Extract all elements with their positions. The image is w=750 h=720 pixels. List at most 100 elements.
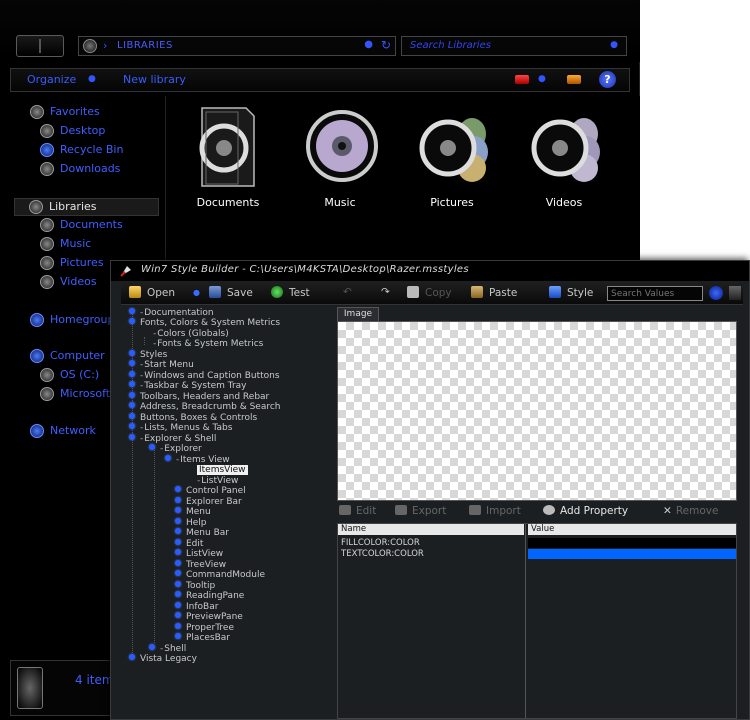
pictures-icon — [40, 256, 54, 270]
computer-icon — [30, 349, 44, 363]
drive-icon — [40, 387, 54, 401]
save-disk-icon — [209, 286, 221, 298]
tree-menu[interactable]: Menu — [175, 507, 211, 518]
tree-fonts-sysmetrics[interactable]: -Fonts & System Metrics — [153, 339, 263, 350]
tree-itemsview-selected[interactable]: ItemsView — [197, 465, 248, 476]
library-pictures[interactable]: Pictures — [404, 104, 500, 216]
property-grid: Name Value FILLCOLOR:COLOR TEXTCOLOR:COL… — [337, 523, 737, 719]
import-button[interactable]: Import — [469, 505, 521, 517]
drive-icon — [40, 368, 54, 382]
copy-icon — [407, 286, 419, 298]
image-preview-canvas — [337, 321, 737, 501]
tree-fonts-colors[interactable]: Fonts, Colors & System Metrics — [129, 318, 280, 329]
tree-commandmodule[interactable]: CommandModule — [175, 570, 265, 581]
edit-property-button[interactable]: Edit — [339, 505, 376, 517]
add-property-icon — [543, 505, 555, 515]
property-value-swatch[interactable] — [528, 549, 736, 559]
column-header-name[interactable]: Name — [338, 524, 524, 535]
explorer-title-area: › LIBRARIES ● ↻ Search Libraries ● — [0, 0, 640, 62]
videos-icon — [40, 275, 54, 289]
column-header-value[interactable]: Value — [528, 524, 736, 535]
style-button[interactable]: Style — [549, 286, 593, 302]
library-folder-icon — [83, 39, 97, 53]
copy-button[interactable]: Copy — [407, 286, 452, 302]
organize-button[interactable]: Organize — [27, 73, 76, 86]
tree-readingpane[interactable]: ReadingPane — [175, 591, 244, 602]
tree-explorer[interactable]: -Explorer — [149, 444, 202, 455]
window-title-bar[interactable]: Win7 Style Builder - C:\Users\M4KSTA\Des… — [111, 261, 749, 281]
edit-icon — [339, 505, 351, 515]
music-icon — [40, 237, 54, 251]
pictures-library-icon — [419, 118, 488, 182]
item-count: 4 item — [75, 673, 114, 687]
redo-button[interactable]: ↷ — [381, 286, 390, 302]
help-icon[interactable]: ? — [599, 71, 616, 88]
breadcrumb-chevron-icon[interactable]: › — [103, 39, 107, 52]
search-values-input[interactable] — [607, 286, 703, 301]
property-value-swatch[interactable] — [528, 538, 736, 548]
theme-tree: -Documentation Fonts, Colors & System Me… — [121, 307, 331, 719]
style-builder-window: Win7 Style Builder - C:\Users\M4KSTA\Des… — [110, 260, 750, 720]
library-label: Pictures — [430, 196, 474, 209]
property-name-cell[interactable]: FILLCOLOR:COLOR — [341, 538, 420, 549]
app-icon — [120, 266, 131, 277]
library-content-area: Documents Music Pictures Videos — [165, 96, 640, 264]
paste-button[interactable]: Paste — [471, 286, 517, 302]
tree-taskbar[interactable]: -Taskbar & System Tray — [129, 381, 246, 392]
tree-start-menu[interactable]: -Start Menu — [129, 360, 194, 371]
library-documents[interactable]: Documents — [180, 104, 276, 216]
tab-image[interactable]: Image — [337, 307, 379, 321]
breadcrumb-libraries[interactable]: LIBRARIES — [117, 40, 173, 51]
open-folder-icon — [129, 286, 141, 298]
view-options-icon[interactable] — [515, 75, 529, 84]
videos-library-icon — [531, 118, 600, 182]
property-toolbar: Edit Export Import Add Property ✕ Remove — [337, 504, 741, 520]
tree-lists[interactable]: -Lists, Menus & Tabs — [129, 423, 232, 434]
property-name-cell[interactable]: TEXTCOLOR:COLOR — [341, 549, 424, 560]
preview-pane-icon[interactable] — [567, 75, 581, 84]
export-button[interactable]: Export — [395, 505, 446, 517]
open-button[interactable]: Open — [129, 286, 175, 302]
address-bar[interactable]: › LIBRARIES ● ↻ — [78, 36, 396, 56]
back-forward-button[interactable] — [16, 35, 64, 57]
library-videos[interactable]: Videos — [516, 104, 612, 216]
address-dropdown-icon[interactable]: ● — [364, 39, 373, 50]
test-button[interactable]: Test — [271, 286, 310, 302]
details-pane: 4 item — [10, 660, 120, 716]
add-property-button[interactable]: Add Property — [543, 505, 628, 517]
command-bar: Organize ● New library ● ? — [10, 68, 630, 92]
style-icon — [549, 286, 561, 298]
undo-button[interactable]: ↶ — [343, 286, 352, 302]
recycle-bin-icon — [40, 143, 54, 157]
refresh-icon[interactable]: ↻ — [381, 38, 391, 52]
open-dropdown-icon[interactable]: ● — [193, 286, 200, 302]
tree-menu-bar[interactable]: Menu Bar — [175, 528, 229, 539]
new-library-button[interactable]: New library — [123, 73, 186, 86]
library-music[interactable]: Music — [292, 104, 388, 216]
organize-dropdown-icon[interactable]: ● — [88, 74, 96, 84]
tree-vista-legacy[interactable]: Vista Legacy — [129, 654, 197, 665]
search-icon[interactable]: ● — [610, 40, 618, 50]
library-label: Music — [324, 196, 356, 209]
tree-control-panel[interactable]: Control Panel — [175, 486, 246, 497]
nav-libraries[interactable]: Libraries — [14, 198, 159, 216]
tree-address[interactable]: Address, Breadcrumb & Search — [129, 402, 281, 413]
play-icon — [271, 286, 283, 298]
import-icon — [469, 505, 481, 515]
library-label: Videos — [545, 196, 583, 209]
downloads-icon — [40, 162, 54, 176]
search-placeholder: Search Libraries — [410, 40, 491, 51]
search-go-icon[interactable] — [709, 286, 723, 300]
search-box[interactable]: Search Libraries ● — [401, 36, 627, 56]
library-label: Documents — [196, 196, 260, 209]
remove-property-button[interactable]: ✕ Remove — [663, 505, 718, 517]
window-title: Win7 Style Builder - C:\Users\M4KSTA\Des… — [141, 264, 469, 275]
save-button[interactable]: Save — [209, 286, 253, 302]
tree-previewpane[interactable]: PreviewPane — [175, 612, 243, 623]
tree-placesbar[interactable]: PlacesBar — [175, 633, 230, 644]
tree-listview2[interactable]: ListView — [175, 549, 223, 560]
toolbar-overflow-icon[interactable] — [729, 286, 741, 300]
remove-icon: ✕ — [663, 505, 672, 517]
view-dropdown-icon[interactable]: ● — [538, 74, 546, 84]
tree-guide-line — [144, 337, 145, 345]
